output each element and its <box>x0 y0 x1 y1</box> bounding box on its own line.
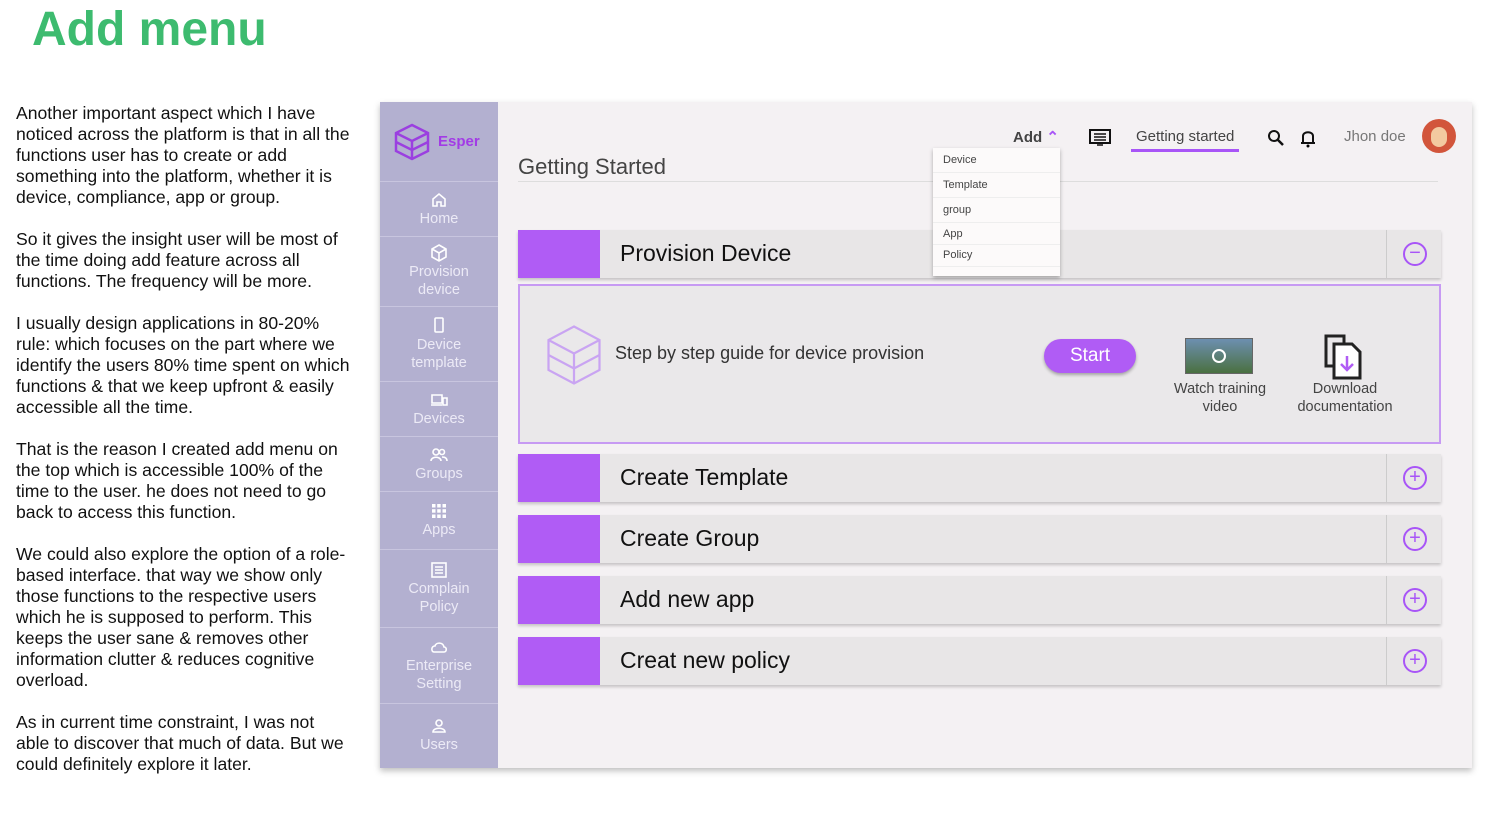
accent-block <box>518 637 600 685</box>
paragraph: Another important aspect which I have no… <box>16 103 350 207</box>
paragraph: I usually design applications in 80-20% … <box>16 313 350 417</box>
paragraph: We could also explore the option of a ro… <box>16 544 346 690</box>
accent-block <box>518 515 600 563</box>
divider <box>1386 230 1387 278</box>
row-label: Create Group <box>620 525 760 551</box>
home-icon <box>432 192 446 207</box>
paragraph: That is the reason I created add menu on… <box>16 439 338 522</box>
collapse-icon[interactable]: − <box>1403 242 1427 266</box>
chat-icon[interactable] <box>1089 129 1111 147</box>
cube-icon <box>547 325 601 385</box>
download-document-icon[interactable] <box>1324 334 1366 380</box>
avatar[interactable] <box>1422 119 1456 153</box>
row-add-app[interactable]: Add new app + <box>518 576 1441 624</box>
sidebar-item-groups[interactable]: Groups <box>380 437 498 492</box>
start-button[interactable]: Start <box>1044 339 1136 373</box>
esper-logo-icon <box>394 123 430 160</box>
menu-item-app[interactable]: App <box>933 223 1060 245</box>
label: Users <box>420 736 458 753</box>
paragraph: So it gives the insight user will be mos… <box>16 229 338 291</box>
page-heading: Add menu <box>32 3 267 56</box>
guide-text: Step by step guide for device provision <box>615 343 925 363</box>
divider <box>1386 637 1387 685</box>
phone-icon <box>434 316 444 333</box>
search-icon[interactable] <box>1267 129 1285 147</box>
label: Provision device <box>409 264 469 298</box>
accent-block <box>518 454 600 502</box>
row-create-policy[interactable]: Creat new policy + <box>518 637 1441 685</box>
description: Another important aspect which I have no… <box>16 103 351 796</box>
menu-item-device[interactable]: Device <box>933 148 1060 173</box>
row-label: Creat new policy <box>620 647 791 673</box>
app-mockup: Esper Home Provision device Device templ… <box>380 102 1472 768</box>
brand-name: Esper <box>438 133 480 150</box>
download-docs-link[interactable]: Download documentation <box>1285 380 1405 416</box>
paragraph: As in current time constraint, I was not… <box>16 712 344 774</box>
logo: Esper <box>380 102 498 182</box>
grid-icon <box>432 504 446 518</box>
bell-icon[interactable] <box>1300 128 1316 148</box>
cloud-icon <box>431 642 448 653</box>
menu-item-policy[interactable]: Policy <box>933 245 1060 267</box>
devices-icon <box>431 393 448 406</box>
label: Home <box>419 210 459 227</box>
document-icon <box>431 562 447 578</box>
sidebar-item-enterprise[interactable]: Enterprise Setting <box>380 628 498 704</box>
sidebar-item-device-template[interactable]: Device template <box>380 307 498 382</box>
users-icon <box>430 447 448 461</box>
expand-icon[interactable]: + <box>1403 527 1427 551</box>
expand-icon[interactable]: + <box>1403 466 1427 490</box>
sidebar-item-apps[interactable]: Apps <box>380 492 498 550</box>
accent-block <box>518 576 600 624</box>
label: Apps <box>422 522 456 538</box>
row-label: Provision Device <box>620 240 792 266</box>
sidebar-item-users[interactable]: Users <box>380 704 498 766</box>
sidebar-item-home[interactable]: Home <box>380 182 498 237</box>
chevron-up-icon: ⌃ <box>1046 129 1059 146</box>
menu-item-group[interactable]: group <box>933 198 1060 223</box>
add-label: Add <box>1013 129 1043 146</box>
label: Enterprise Setting <box>405 658 473 692</box>
page-title: Getting Started <box>518 154 666 179</box>
accent-block <box>518 230 600 278</box>
getting-started-link[interactable]: Getting started <box>1131 128 1240 152</box>
sidebar-item-provision[interactable]: Provision device <box>380 237 498 307</box>
cube-icon <box>431 244 447 262</box>
row-label: Create Template <box>620 464 789 490</box>
user-icon <box>432 718 446 733</box>
expand-icon[interactable]: + <box>1403 588 1427 612</box>
sidebar-item-devices[interactable]: Devices <box>380 382 498 437</box>
divider <box>1386 576 1387 624</box>
menu-item-template[interactable]: Template <box>933 173 1060 198</box>
add-menu-button[interactable]: Add ⌃ <box>1013 128 1059 146</box>
row-label: Add new app <box>620 586 755 612</box>
sidebar-item-policy[interactable]: Complain Policy <box>380 550 498 628</box>
divider <box>1386 454 1387 502</box>
label: Devices <box>413 410 465 427</box>
row-create-template[interactable]: Create Template + <box>518 454 1441 502</box>
expand-icon[interactable]: + <box>1403 649 1427 673</box>
sidebar: Esper Home Provision device Device templ… <box>380 102 498 768</box>
label: Device template <box>411 336 467 371</box>
user-name: Jhon doe <box>1344 128 1406 145</box>
provision-panel: Step by step guide for device provision … <box>518 284 1441 444</box>
divider <box>1386 515 1387 563</box>
watch-video-link[interactable]: Watch training video <box>1165 380 1275 416</box>
row-create-group[interactable]: Create Group + <box>518 515 1441 563</box>
video-thumbnail[interactable] <box>1185 338 1253 374</box>
label: Groups <box>415 465 463 482</box>
add-dropdown-menu: Device Template group App Policy <box>933 148 1060 276</box>
label: Complain Policy <box>408 581 470 615</box>
